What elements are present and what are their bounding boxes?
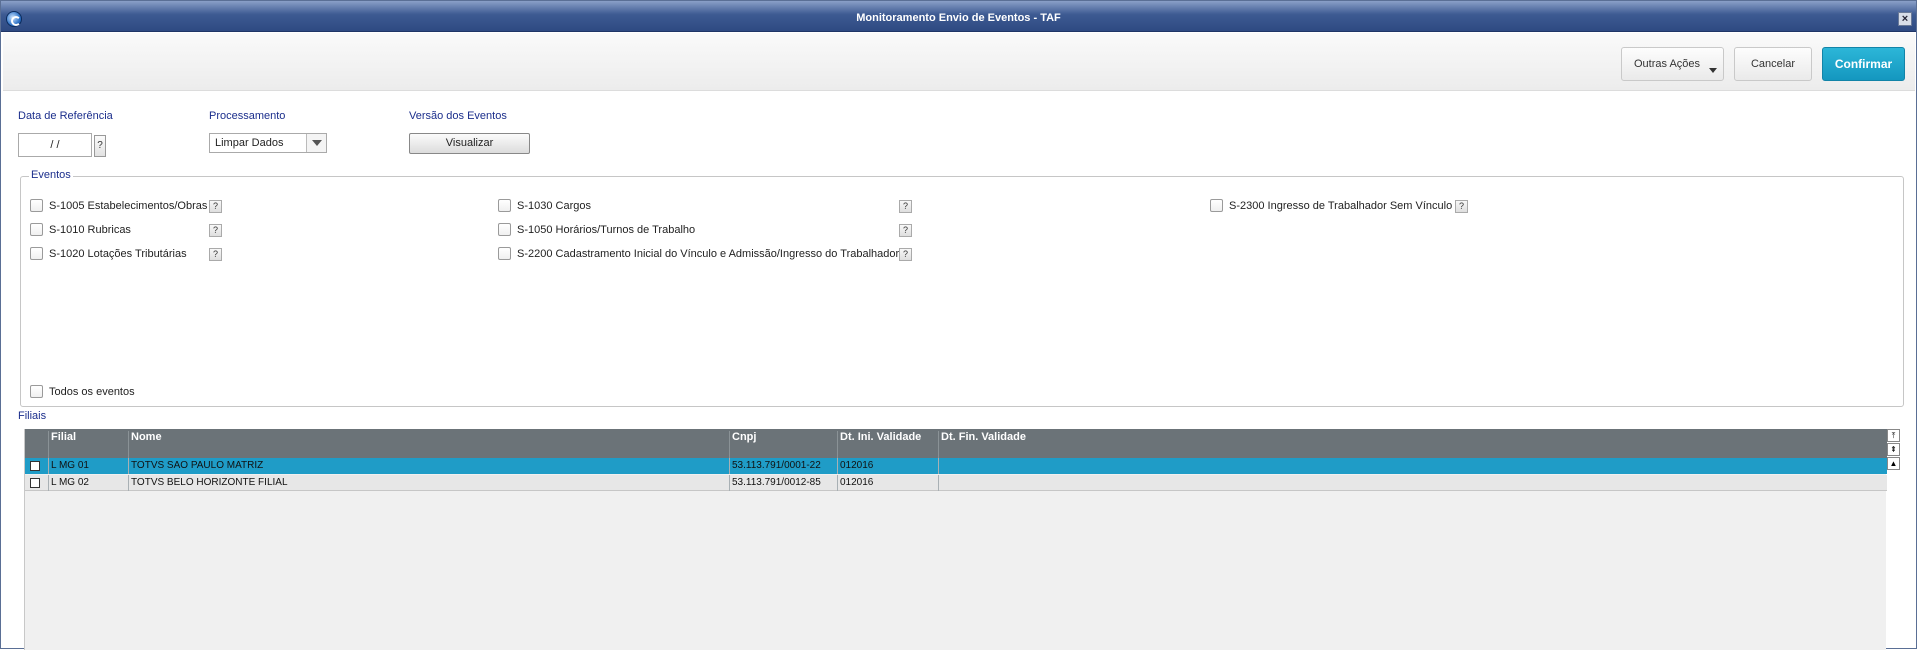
chevron-down-icon[interactable] xyxy=(306,134,326,152)
table-row[interactable]: L MG 01 TOTVS SAO PAULO MATRIZ 53.113.79… xyxy=(25,458,1887,474)
outras-acoes-label: Outras Ações xyxy=(1634,58,1701,70)
event-s1050[interactable]: S-1050 Horários/Turnos de Trabalho xyxy=(498,223,695,236)
grid-scrollbar[interactable]: ⤒ ⇞ ▲ xyxy=(1887,429,1901,473)
confirm-button[interactable]: Confirmar xyxy=(1822,47,1905,81)
cell-nome: TOTVS BELO HORIZONTE FILIAL xyxy=(128,475,729,491)
processamento-value: Limpar Dados xyxy=(215,137,284,149)
checkbox[interactable] xyxy=(498,199,511,212)
event-label: S-1010 Rubricas xyxy=(49,223,131,236)
title-bar: Monitoramento Envio de Eventos - TAF × xyxy=(1,1,1916,32)
toolbar: Outras Ações Cancelar Confirmar xyxy=(3,33,1915,91)
event-label: S-1005 Estabelecimentos/Obras xyxy=(49,199,208,212)
checkbox[interactable] xyxy=(498,247,511,260)
outras-acoes-button[interactable]: Outras Ações xyxy=(1621,47,1724,81)
row-checkbox[interactable] xyxy=(30,478,40,488)
cell-filial: L MG 02 xyxy=(48,475,128,491)
grid-header: Filial Nome Cnpj Dt. Ini. Validade Dt. F… xyxy=(25,429,1887,458)
cell-cnpj: 53.113.791/0012-85 xyxy=(729,475,837,491)
versao-eventos-label: Versão dos Eventos xyxy=(409,110,507,122)
event-label: S-1050 Horários/Turnos de Trabalho xyxy=(517,223,696,236)
cell-filial: L MG 01 xyxy=(48,458,128,474)
data-referencia-input[interactable]: / / xyxy=(18,133,92,157)
event-label: S-2200 Cadastramento Inicial do Vínculo … xyxy=(517,247,900,260)
header-nome[interactable]: Nome xyxy=(128,431,729,458)
checkbox[interactable] xyxy=(30,223,43,236)
checkbox[interactable] xyxy=(30,199,43,212)
header-dt-fin[interactable]: Dt. Fin. Validade xyxy=(938,431,1887,458)
table-row[interactable]: L MG 02 TOTVS BELO HORIZONTE FILIAL 53.1… xyxy=(25,475,1887,491)
cell-nome: TOTVS SAO PAULO MATRIZ xyxy=(128,458,729,474)
help-icon[interactable]: ? xyxy=(899,224,912,237)
filiais-label: Filiais xyxy=(18,410,47,422)
event-s2300[interactable]: S-2300 Ingresso de Trabalhador Sem Víncu… xyxy=(1210,199,1452,212)
filiais-grid: Filial Nome Cnpj Dt. Ini. Validade Dt. F… xyxy=(24,429,1887,650)
help-icon[interactable]: ? xyxy=(209,200,222,213)
event-label: S-2300 Ingresso de Trabalhador Sem Víncu… xyxy=(1229,199,1453,212)
event-label: S-1020 Lotações Tributárias xyxy=(49,247,187,260)
cell-dt-fin xyxy=(938,458,1887,474)
help-icon[interactable]: ? xyxy=(209,224,222,237)
header-cnpj[interactable]: Cnpj xyxy=(729,431,837,458)
cell-dt-ini: 012016 xyxy=(837,475,938,491)
header-dt-ini[interactable]: Dt. Ini. Validade xyxy=(837,431,938,458)
eventos-group: Eventos S-1005 Estabelecimentos/Obras ? … xyxy=(20,169,1904,407)
event-s1020[interactable]: S-1020 Lotações Tributárias xyxy=(30,247,187,260)
dialog-window: Monitoramento Envio de Eventos - TAF × O… xyxy=(0,0,1917,650)
header-check xyxy=(25,431,48,458)
help-icon[interactable]: ? xyxy=(899,248,912,261)
close-icon[interactable]: × xyxy=(1898,12,1912,26)
checkbox[interactable] xyxy=(30,385,43,398)
scroll-top-icon[interactable]: ⤒ xyxy=(1887,429,1900,442)
todos-eventos[interactable]: Todos os eventos xyxy=(30,385,135,398)
todos-eventos-label: Todos os eventos xyxy=(49,385,135,398)
date-help-button[interactable]: ? xyxy=(94,135,106,157)
scroll-up-icon[interactable]: ▲ xyxy=(1887,457,1900,470)
event-s1010[interactable]: S-1010 Rubricas xyxy=(30,223,131,236)
help-icon[interactable]: ? xyxy=(1455,200,1468,213)
checkbox[interactable] xyxy=(30,247,43,260)
data-referencia-label: Data de Referência xyxy=(18,110,113,122)
cell-dt-ini: 012016 xyxy=(837,458,938,474)
event-label: S-1030 Cargos xyxy=(517,199,591,212)
processamento-label: Processamento xyxy=(209,110,286,122)
cancel-button[interactable]: Cancelar xyxy=(1734,47,1812,81)
checkbox[interactable] xyxy=(1210,199,1223,212)
event-s1005[interactable]: S-1005 Estabelecimentos/Obras xyxy=(30,199,207,212)
cell-cnpj: 53.113.791/0001-22 xyxy=(729,458,837,474)
visualizar-button[interactable]: Visualizar xyxy=(409,133,530,154)
event-s1030[interactable]: S-1030 Cargos xyxy=(498,199,591,212)
header-filial[interactable]: Filial xyxy=(48,431,128,458)
row-checkbox[interactable] xyxy=(30,461,40,471)
help-icon[interactable]: ? xyxy=(899,200,912,213)
event-s2200[interactable]: S-2200 Cadastramento Inicial do Vínculo … xyxy=(498,247,899,260)
caret-down-icon xyxy=(1709,68,1717,73)
eventos-legend: Eventos xyxy=(29,169,73,181)
cell-dt-fin xyxy=(938,475,1887,491)
scroll-page-up-icon[interactable]: ⇞ xyxy=(1887,443,1900,456)
processamento-select[interactable]: Limpar Dados xyxy=(209,133,327,153)
window-title: Monitoramento Envio de Eventos - TAF xyxy=(856,12,1061,24)
checkbox[interactable] xyxy=(498,223,511,236)
help-icon[interactable]: ? xyxy=(209,248,222,261)
